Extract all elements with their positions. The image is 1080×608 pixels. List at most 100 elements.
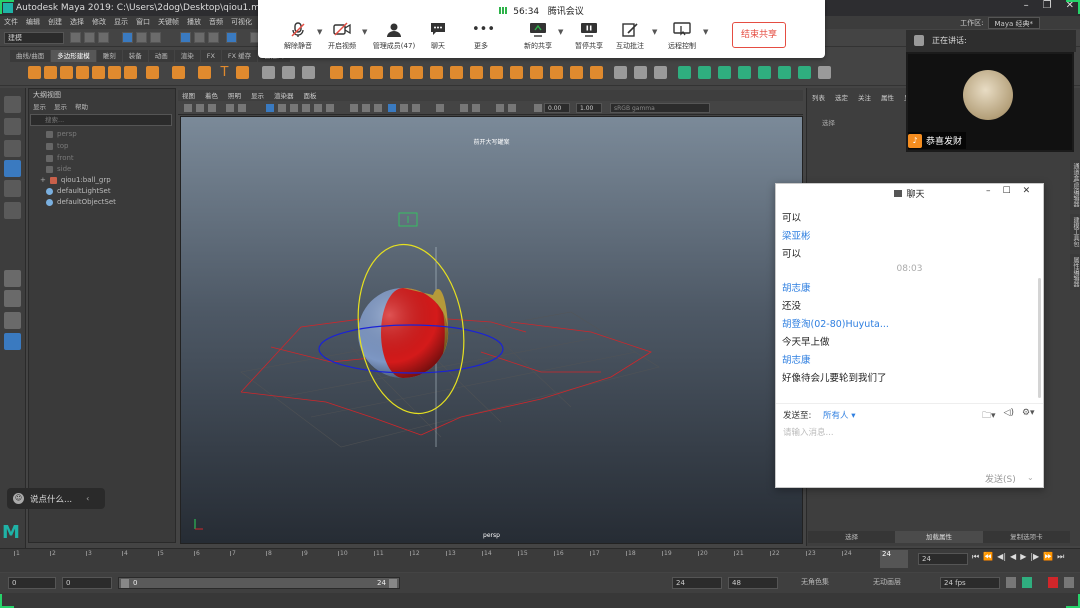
close-icon[interactable]: ✕ (1066, 0, 1074, 16)
chat-sender[interactable]: 胡登淘(02-80)Huyuta... (782, 316, 889, 330)
display-cage-icon[interactable] (698, 66, 711, 79)
shelf-tab-sculpt[interactable]: 雕刻 (96, 50, 122, 62)
workspace-dropdown[interactable]: Maya 经典* (987, 17, 1040, 29)
scale-tool-icon[interactable] (4, 202, 21, 219)
exposure-field[interactable]: 0.00 (544, 103, 570, 113)
chat-scrollbar[interactable] (1038, 278, 1041, 398)
multicut-icon[interactable] (470, 66, 483, 79)
move-tool-icon[interactable] (4, 160, 21, 177)
go-start-icon[interactable]: ⏮ (972, 552, 979, 562)
screenshot-icon[interactable]: ◁) (1004, 408, 1014, 424)
vp-menu-view[interactable]: 视图 (182, 90, 195, 101)
ao-icon[interactable] (350, 104, 358, 112)
side-tab-attribute-editor[interactable]: 属性编辑器 (1070, 254, 1080, 291)
maximize-icon[interactable]: ☐ (1003, 186, 1011, 196)
cb-menu-attributes[interactable]: 属性 (881, 92, 894, 102)
merge-icon[interactable] (550, 66, 563, 79)
menu-edit[interactable]: 编辑 (26, 16, 40, 29)
mode-dropdown[interactable]: 建模 (4, 32, 64, 44)
display-uv-icon[interactable] (778, 66, 791, 79)
send-to-dropdown[interactable]: 所有人 ▾ (823, 409, 856, 421)
step-forward-key-icon[interactable]: ⏩ (1043, 552, 1053, 562)
uv-planar-icon[interactable] (614, 66, 627, 79)
camera-hud-icon[interactable] (436, 104, 444, 112)
four-view-icon[interactable] (4, 290, 21, 307)
two-view-icon[interactable] (4, 312, 21, 329)
wire-on-shaded-icon[interactable] (290, 104, 298, 112)
color-mgmt-icon[interactable] (508, 104, 516, 112)
poly-plane-icon[interactable] (108, 66, 121, 79)
uv-auto-icon[interactable] (634, 66, 647, 79)
target-weld-icon[interactable] (490, 66, 503, 79)
settings-icon[interactable]: ⚙▾ (1022, 408, 1035, 424)
display-smooth-icon[interactable] (678, 66, 691, 79)
step-forward-icon[interactable]: |▶ (1030, 552, 1039, 562)
range-slider[interactable]: 0 24 (118, 577, 400, 589)
playback-end-field[interactable]: 24 (672, 577, 722, 589)
view-transform-icon[interactable] (496, 104, 504, 112)
character-set-dropdown[interactable]: 无角色集 (798, 577, 862, 589)
prefs-icon[interactable] (1064, 577, 1074, 588)
menu-audio[interactable]: 音频 (209, 16, 223, 29)
outliner-item[interactable]: side (46, 165, 71, 173)
play-back-icon[interactable]: ◀ (1010, 552, 1016, 562)
range-end-handle[interactable] (389, 579, 397, 588)
triangulate-icon[interactable] (590, 66, 603, 79)
chat-sender[interactable]: 胡志康 (782, 280, 811, 294)
paint-select-icon[interactable] (4, 140, 21, 157)
save-scene-icon[interactable] (98, 32, 109, 43)
attr-tab-select[interactable]: 选择 (808, 531, 896, 543)
select-component-icon[interactable] (150, 32, 161, 43)
gamma-field[interactable]: 1.00 (576, 103, 602, 113)
outliner-search-input[interactable]: 搜索... (30, 114, 172, 126)
sweep-icon[interactable] (198, 66, 211, 79)
emoji-icon[interactable]: ☺ (13, 493, 24, 504)
bevel-icon[interactable] (370, 66, 383, 79)
close-icon[interactable]: ✕ (1023, 186, 1031, 196)
outliner-item[interactable]: front (46, 154, 74, 162)
poly-sphere-icon[interactable] (28, 66, 41, 79)
outliner-menu-show[interactable]: 显示 (54, 101, 67, 111)
delete-edge-icon[interactable] (570, 66, 583, 79)
display-wire-icon[interactable] (718, 66, 731, 79)
display-vertex-icon[interactable] (798, 66, 811, 79)
new-scene-icon[interactable] (70, 32, 81, 43)
menu-windows[interactable]: 窗口 (136, 16, 150, 29)
send-button[interactable]: 发送(S) (985, 472, 1016, 485)
snap-point-icon[interactable] (208, 32, 219, 43)
scene-start-field[interactable]: 0 (8, 577, 56, 589)
image-plane-icon[interactable] (208, 104, 216, 112)
chevron-down-icon[interactable]: ⌄ (1027, 473, 1034, 482)
menu-key[interactable]: 关键帧 (158, 16, 179, 29)
exposure-slider-icon[interactable] (534, 104, 542, 112)
cb-menu-selected[interactable]: 选定 (835, 92, 848, 102)
snap-curve-icon[interactable] (194, 32, 205, 43)
uv-editor-icon[interactable] (654, 66, 667, 79)
step-back-icon[interactable]: ◀| (997, 552, 1006, 562)
display-hard-edge-icon[interactable] (758, 66, 771, 79)
current-time-marker[interactable]: 24 (880, 550, 908, 568)
select-object-icon[interactable] (136, 32, 147, 43)
attr-tab-copy[interactable]: 复制选项卡 (982, 531, 1070, 543)
snap-grid-icon[interactable] (180, 32, 191, 43)
vp-menu-renderer[interactable]: 渲染器 (274, 90, 294, 101)
select-hierarchy-icon[interactable] (122, 32, 133, 43)
separate-icon[interactable] (282, 66, 295, 79)
shelf-tab-poly[interactable]: 多边形建模 (51, 50, 96, 62)
outliner-menu-help[interactable]: 帮助 (75, 101, 88, 111)
expand-icon[interactable]: + (40, 176, 46, 184)
new-share-button[interactable]: 新的共享 (512, 22, 564, 51)
bookmark-icon[interactable] (196, 104, 204, 112)
wireframe-icon[interactable] (266, 104, 274, 112)
maximize-icon[interactable]: ❐ (1043, 0, 1052, 16)
poly-torus-icon[interactable] (92, 66, 105, 79)
chat-sender[interactable]: 梁亚彬 (782, 228, 811, 242)
chevron-left-icon[interactable]: ‹ (86, 494, 89, 503)
vp-menu-shading[interactable]: 着色 (205, 90, 218, 101)
side-tab-channel-box[interactable]: 通道盒/层编辑器 (1070, 160, 1080, 211)
current-time-field[interactable]: 24 (918, 553, 968, 565)
bridge-icon[interactable] (390, 66, 403, 79)
playback-start-field[interactable]: 0 (62, 577, 112, 589)
outliner-item[interactable]: defaultLightSet (46, 187, 111, 195)
svg-tool-icon[interactable] (236, 66, 249, 79)
